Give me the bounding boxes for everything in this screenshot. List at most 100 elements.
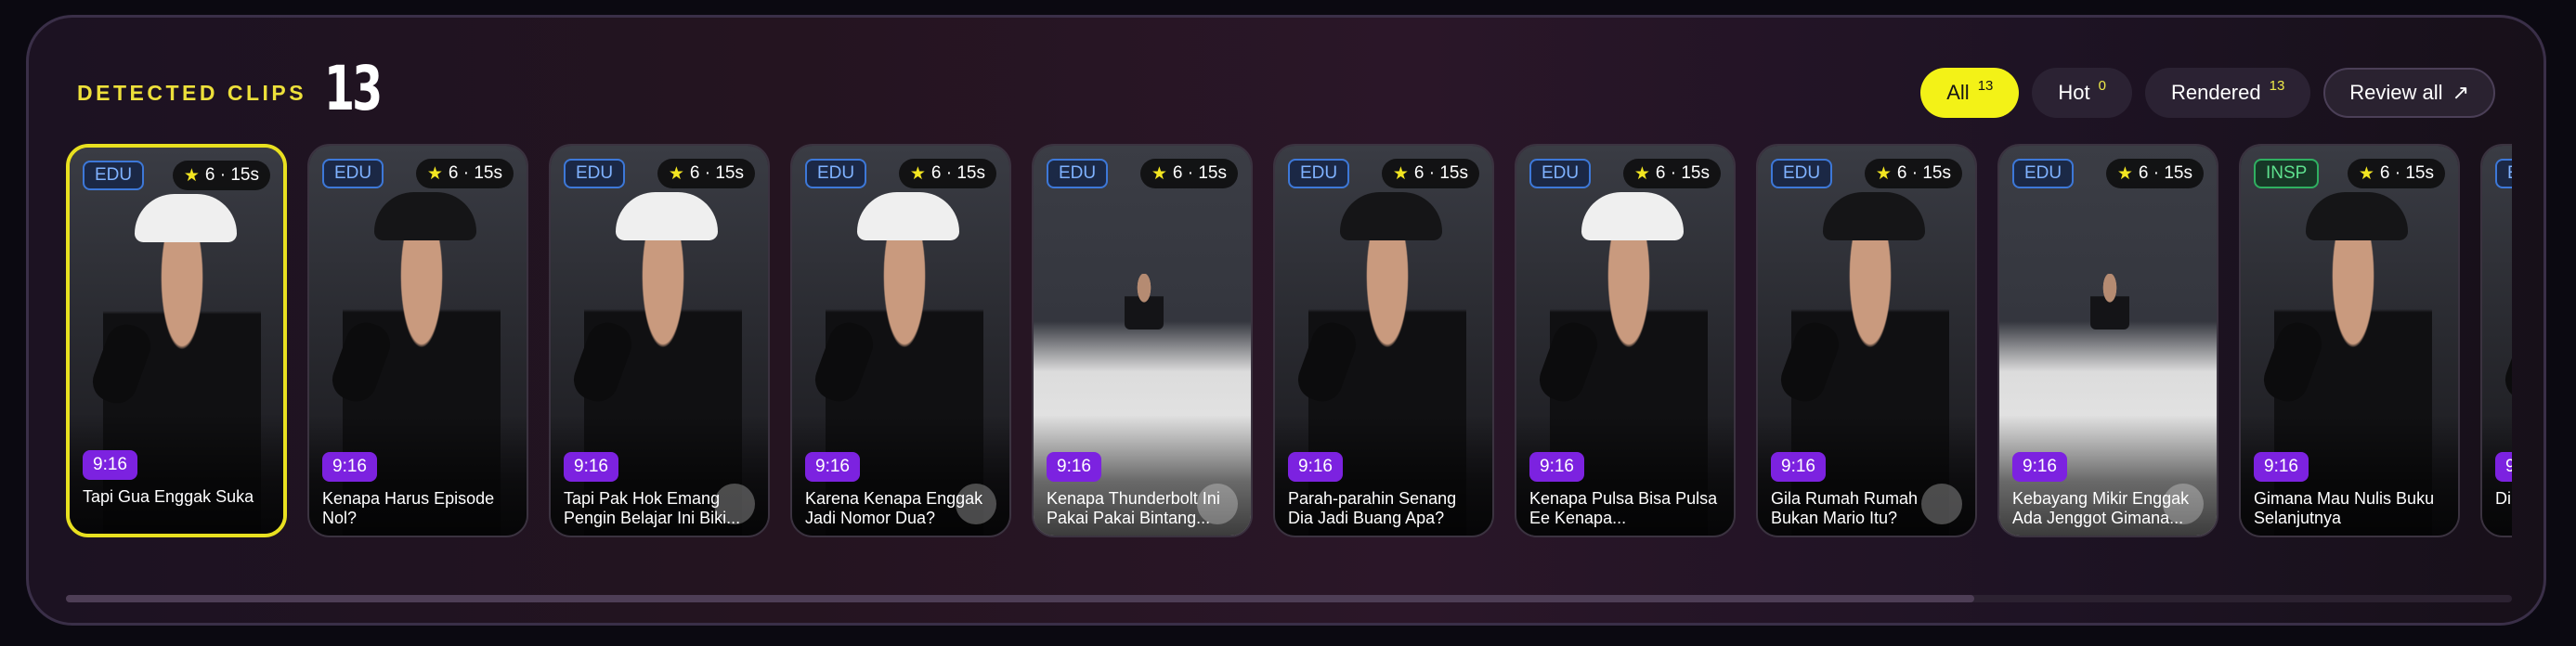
category-badge: EDU bbox=[1288, 159, 1350, 188]
star-icon: ★ bbox=[1392, 163, 1409, 184]
panel-header: DETECTED CLIPS 13 All 13 Hot 0 Rendered … bbox=[66, 45, 2517, 138]
filter-count: 13 bbox=[2269, 77, 2285, 94]
star-icon: ★ bbox=[426, 163, 443, 184]
star-icon: ★ bbox=[1875, 163, 1892, 184]
score-text: 6 · 15s bbox=[930, 163, 985, 183]
horizontal-scrollbar-thumb[interactable] bbox=[66, 595, 1974, 602]
score-badge: ★ 6 · 15s bbox=[172, 161, 270, 190]
clip-card[interactable]: EDU ★ 6 · 15s 9:16 Tapi Gua Enggak Suka bbox=[66, 144, 287, 537]
star-icon: ★ bbox=[668, 163, 684, 184]
score-text: 6 · 15s bbox=[1896, 163, 1951, 183]
score-badge: ★ 6 · 15s bbox=[1381, 159, 1479, 188]
person-figure bbox=[2090, 274, 2129, 329]
clip-caption: Kenapa Pulsa Bisa Pulsa Ee Kenapa... bbox=[1529, 489, 1718, 527]
score-badge: ★ 6 · 15s bbox=[415, 159, 514, 188]
category-badge: EDU bbox=[1529, 159, 1592, 188]
filter-hot[interactable]: Hot 0 bbox=[2032, 68, 2132, 118]
headwear-shape bbox=[374, 192, 476, 240]
filter-count: 0 bbox=[2098, 77, 2106, 94]
aspect-ratio-badge: 9:16 bbox=[805, 452, 860, 482]
category-badge: EDU bbox=[2495, 159, 2512, 188]
star-icon: ★ bbox=[2358, 163, 2374, 184]
clip-caption: Kebayang Mikir Enggak Ada Jenggot Gimana… bbox=[2012, 489, 2190, 527]
headwear-shape bbox=[857, 192, 959, 240]
filter-label: Hot bbox=[2058, 81, 2090, 104]
clip-caption: Gila Rumah Rumah Bukan Mario Itu? bbox=[1771, 489, 1919, 527]
review-all-label: Review all bbox=[2349, 81, 2443, 104]
clip-card[interactable]: EDU ★ 6 · 15s 9:16 Kenapa Thunderbolt Ini Pa… bbox=[1032, 144, 1253, 537]
score-badge: ★ 6 · 15s bbox=[657, 159, 755, 188]
score-badge: ★ 6 · 15s bbox=[2105, 159, 2204, 188]
aspect-ratio-badge: 9:16 bbox=[1529, 452, 1584, 482]
filter-bar: All 13 Hot 0 Rendered 13 Review all ↗ bbox=[1920, 68, 2495, 118]
clip-carousel[interactable]: EDU ★ 6 · 15s 9:16 Tapi Gua Enggak Suka EDU ★ 6… bbox=[66, 127, 2512, 543]
clip-card[interactable]: EDU ★ 6 · 15s 9:16 Kebayang Mikir Enggak Ada… bbox=[1997, 144, 2218, 537]
aspect-ratio-badge: 9:16 bbox=[1288, 452, 1343, 482]
score-badge: ★ 6 · 15s bbox=[1864, 159, 1962, 188]
score-text: 6 · 15s bbox=[448, 163, 502, 183]
star-icon: ★ bbox=[183, 165, 200, 186]
score-badge: ★ 6 · 15s bbox=[1139, 159, 1238, 188]
clip-caption: Tapi Gua Enggak Suka bbox=[83, 487, 254, 506]
filter-all[interactable]: All 13 bbox=[1920, 68, 2020, 118]
star-icon: ★ bbox=[2116, 163, 2133, 184]
aspect-ratio-badge: 9:16 bbox=[2495, 452, 2512, 482]
score-text: 6 · 15s bbox=[2379, 163, 2434, 183]
star-icon: ★ bbox=[1151, 163, 1167, 184]
clip-caption: Parah-parahin Senang Dia Jadi Buang Apa? bbox=[1288, 489, 1457, 527]
aspect-ratio-badge: 9:16 bbox=[2012, 452, 2067, 482]
clip-card[interactable]: EDU ★ 6 · 15s 9:16 Kenapa Harus Episode Nol? bbox=[307, 144, 528, 537]
clip-card[interactable]: EDU ★ 6 · 15s 9:16 Gila Rumah Rumah Bukan Ma… bbox=[1756, 144, 1977, 537]
category-badge: EDU bbox=[322, 159, 384, 188]
clip-card[interactable]: EDU ★ 6 · 15s 9:16 Parah-parahin Senang Dia … bbox=[1273, 144, 1494, 537]
score-text: 6 · 15s bbox=[2138, 163, 2192, 183]
score-text: 6 · 15s bbox=[689, 163, 744, 183]
person-figure bbox=[1125, 274, 1164, 329]
headwear-shape bbox=[616, 192, 718, 240]
clip-caption: Kenapa Thunderbolt Ini Pakai Pakai Binta… bbox=[1047, 489, 1220, 527]
clip-caption: Kenapa Harus Episode Nol? bbox=[322, 489, 495, 527]
microphone-icon bbox=[2499, 317, 2512, 407]
arrow-up-right-icon: ↗ bbox=[2452, 81, 2469, 104]
category-badge: EDU bbox=[83, 161, 145, 190]
section-title: DETECTED CLIPS bbox=[77, 81, 307, 105]
clip-card[interactable]: EDU★6 · 15s9:16Di... H... bbox=[2480, 144, 2512, 537]
score-text: 6 · 15s bbox=[1413, 163, 1468, 183]
aspect-ratio-badge: 9:16 bbox=[564, 452, 618, 482]
headwear-shape bbox=[1340, 192, 1442, 240]
score-badge: ★ 6 · 15s bbox=[1622, 159, 1721, 188]
headwear-shape bbox=[1823, 192, 1925, 240]
score-badge: ★ 6 · 15s bbox=[2347, 159, 2445, 188]
clip-card[interactable]: EDU ★ 6 · 15s 9:16 Tapi Pak Hok Emang Pengin… bbox=[549, 144, 770, 537]
clip-card[interactable]: EDU ★ 6 · 15s 9:16 Karena Kenapa Enggak Jadi… bbox=[790, 144, 1011, 537]
headwear-shape bbox=[135, 194, 237, 242]
category-badge: INSP bbox=[2254, 159, 2320, 188]
category-badge: EDU bbox=[1047, 159, 1109, 188]
clip-caption: Tapi Pak Hok Emang Pengin Belajar Ini Bi… bbox=[564, 489, 741, 527]
category-badge: EDU bbox=[2012, 159, 2075, 188]
filter-rendered[interactable]: Rendered 13 bbox=[2144, 68, 2311, 118]
filter-label: All bbox=[1946, 81, 1970, 104]
aspect-ratio-badge: 9:16 bbox=[83, 450, 137, 480]
category-badge: EDU bbox=[564, 159, 626, 188]
detected-clips-panel: DETECTED CLIPS 13 All 13 Hot 0 Rendered … bbox=[26, 15, 2546, 626]
star-icon: ★ bbox=[1633, 163, 1650, 184]
score-text: 6 · 15s bbox=[1172, 163, 1227, 183]
score-text: 6 · 15s bbox=[204, 165, 259, 185]
clip-caption: Karena Kenapa Enggak Jadi Nomor Dua? bbox=[805, 489, 983, 527]
aspect-ratio-badge: 9:16 bbox=[1047, 452, 1101, 482]
aspect-ratio-badge: 9:16 bbox=[322, 452, 377, 482]
clip-card[interactable]: INSP ★ 6 · 15s 9:16 Gimana Mau Nulis Buku Se… bbox=[2239, 144, 2460, 537]
clip-card[interactable]: EDU ★ 6 · 15s 9:16 Kenapa Pulsa Bisa Pulsa E… bbox=[1515, 144, 1736, 537]
score-badge: ★ 6 · 15s bbox=[898, 159, 996, 188]
clip-caption: Di... H... bbox=[2495, 489, 2512, 508]
category-badge: EDU bbox=[1771, 159, 1833, 188]
filter-label: Rendered bbox=[2170, 81, 2261, 104]
star-icon: ★ bbox=[909, 163, 926, 184]
headwear-shape bbox=[1581, 192, 1684, 240]
clip-count: 13 bbox=[324, 53, 383, 124]
category-badge: EDU bbox=[805, 159, 867, 188]
aspect-ratio-badge: 9:16 bbox=[2254, 452, 2309, 482]
review-all-button[interactable]: Review all ↗ bbox=[2323, 68, 2495, 118]
score-text: 6 · 15s bbox=[1655, 163, 1710, 183]
